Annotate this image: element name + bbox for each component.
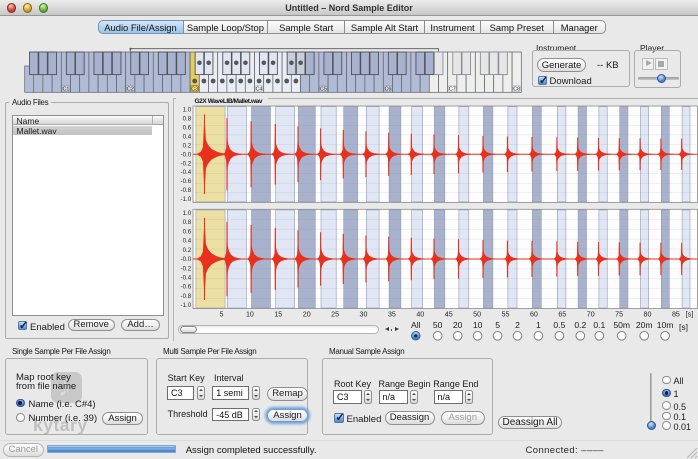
svg-text:35: 35 [388, 311, 396, 319]
svg-text:80: 80 [644, 311, 652, 319]
svg-text:20m: 20m [636, 320, 653, 330]
svg-text:-0.6: -0.6 [181, 178, 192, 185]
svg-text:45: 45 [445, 311, 453, 319]
svg-text:0.1: 0.1 [593, 320, 605, 330]
svg-text:50: 50 [433, 320, 443, 330]
svg-text:55: 55 [502, 311, 510, 319]
svg-text:0.6: 0.6 [183, 125, 192, 132]
svg-text:65: 65 [558, 311, 566, 319]
svg-text:10m: 10m [657, 320, 674, 330]
svg-text:G2X WaveLIB/Mallet.wav: G2X WaveLIB/Mallet.wav [195, 98, 263, 105]
svg-text:0.2: 0.2 [183, 247, 192, 254]
svg-text:-0.8: -0.8 [181, 293, 192, 300]
svg-text:-0.4: -0.4 [181, 169, 192, 176]
svg-text:70: 70 [587, 311, 595, 319]
svg-text:-0.0: -0.0 [181, 256, 192, 263]
svg-text:-0.0: -0.0 [181, 151, 192, 158]
svg-text:25: 25 [331, 311, 339, 319]
svg-text:-0.2: -0.2 [181, 160, 192, 167]
svg-text:All: All [411, 320, 421, 330]
svg-text:-0.2: -0.2 [181, 265, 192, 272]
svg-text:0.4: 0.4 [183, 238, 192, 245]
svg-text:0.4: 0.4 [183, 133, 192, 140]
svg-text:5: 5 [495, 320, 500, 330]
svg-text:1.0: 1.0 [183, 210, 192, 217]
svg-text:60: 60 [530, 311, 538, 319]
svg-text:75: 75 [615, 311, 623, 319]
svg-text:15: 15 [274, 311, 282, 319]
svg-text:-1.0: -1.0 [181, 196, 192, 203]
svg-text:20: 20 [303, 311, 311, 319]
svg-text:20: 20 [453, 320, 463, 330]
svg-text:1.0: 1.0 [183, 107, 192, 114]
svg-text:40: 40 [416, 311, 424, 319]
svg-text:50m: 50m [613, 320, 630, 330]
svg-text:0.8: 0.8 [183, 219, 192, 226]
svg-text:50: 50 [473, 311, 481, 319]
svg-text:0.2: 0.2 [574, 320, 586, 330]
svg-text:[s]: [s] [679, 322, 688, 332]
svg-text:-0.6: -0.6 [181, 284, 192, 291]
svg-text:-0.8: -0.8 [181, 187, 192, 194]
svg-text:10: 10 [473, 320, 483, 330]
svg-text:10: 10 [246, 311, 254, 319]
svg-text:0.5: 0.5 [553, 320, 565, 330]
svg-text:0.8: 0.8 [183, 116, 192, 123]
svg-text:2: 2 [515, 320, 520, 330]
svg-text:30: 30 [360, 311, 368, 319]
svg-text:-1.0: -1.0 [181, 302, 192, 309]
svg-text:0.6: 0.6 [183, 228, 192, 235]
svg-text:85: 85 [672, 311, 680, 319]
svg-text:-0.4: -0.4 [181, 275, 192, 282]
svg-text:1: 1 [536, 320, 541, 330]
svg-text:5: 5 [220, 311, 224, 319]
svg-text:0.2: 0.2 [183, 142, 192, 149]
svg-text:[s]: [s] [686, 311, 694, 319]
